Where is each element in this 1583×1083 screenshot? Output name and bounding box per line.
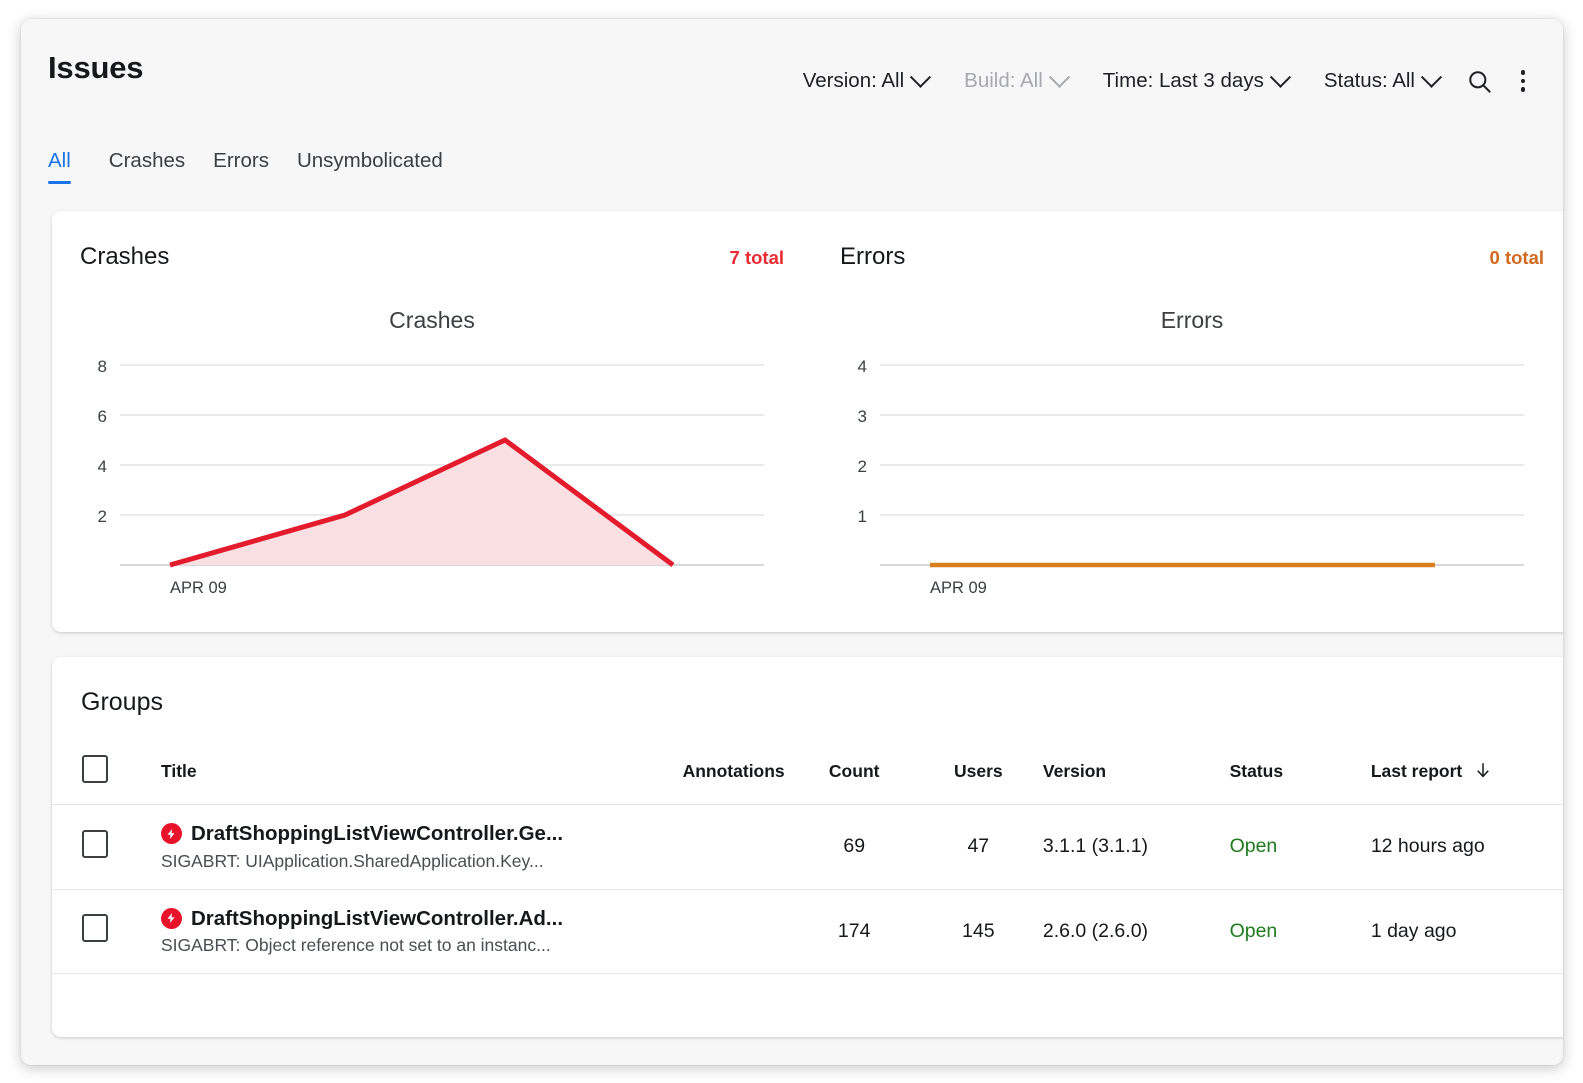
status-filter[interactable]: Status: All bbox=[1306, 63, 1457, 99]
build-filter-label: Build: All bbox=[964, 69, 1043, 92]
row-annotations bbox=[623, 889, 795, 974]
svg-text:4: 4 bbox=[858, 357, 867, 376]
tab-errors-label: Errors bbox=[213, 149, 269, 172]
row-annotations bbox=[623, 804, 795, 890]
header-controls: Version: All Build: All Time: Last 3 day… bbox=[785, 59, 1545, 103]
column-count[interactable]: Count bbox=[794, 741, 914, 805]
crashes-card-header: Crashes 7 total bbox=[80, 243, 784, 271]
crashes-chart-title: Crashes bbox=[389, 307, 475, 333]
errors-total: 0 total bbox=[1489, 247, 1544, 268]
row-title: DraftShoppingListViewController.Ad... bbox=[160, 906, 623, 932]
svg-text:APR 09: APR 09 bbox=[930, 579, 987, 597]
svg-text:2: 2 bbox=[858, 457, 867, 476]
row-select-cell bbox=[52, 889, 161, 974]
row-last-report: 12 hours ago bbox=[1370, 804, 1563, 890]
groups-card: Groups Title Annotations Count Users Ver… bbox=[52, 657, 1563, 1037]
tab-bar: All Crashes Errors Unsymbolicated bbox=[21, 139, 1563, 211]
search-icon bbox=[1468, 70, 1491, 93]
bolt-icon bbox=[167, 828, 175, 839]
page-title: Issues bbox=[48, 50, 144, 85]
overflow-menu-button[interactable] bbox=[1501, 59, 1545, 103]
table-header-row: Title Annotations Count Users Version St… bbox=[52, 741, 1563, 805]
errors-card-header: Errors 0 total bbox=[840, 243, 1544, 271]
table-row[interactable]: DraftShoppingListViewController.Ge... SI… bbox=[52, 804, 1563, 890]
svg-text:6: 6 bbox=[98, 407, 107, 426]
row-title: DraftShoppingListViewController.Ge... bbox=[160, 821, 623, 847]
row-title-text: DraftShoppingListViewController.Ge... bbox=[190, 822, 564, 845]
errors-card-name: Errors bbox=[840, 243, 906, 270]
row-users: 145 bbox=[913, 889, 1043, 974]
row-count: 174 bbox=[794, 889, 914, 974]
tab-crashes[interactable]: Crashes bbox=[95, 139, 199, 187]
chevron-down-icon bbox=[910, 66, 932, 88]
errors-chart-title: Errors bbox=[1160, 307, 1224, 333]
time-filter-label: Time: Last 3 days bbox=[1102, 69, 1264, 92]
row-title-cell[interactable]: DraftShoppingListViewController.Ad... SI… bbox=[160, 889, 624, 974]
tab-unsymbolicated-label: Unsymbolicated bbox=[296, 149, 443, 172]
tab-crashes-label: Crashes bbox=[108, 149, 186, 172]
column-last-report[interactable]: Last report bbox=[1370, 741, 1563, 805]
chevron-down-icon bbox=[1048, 66, 1070, 88]
row-subtitle: SIGABRT: Object reference not set to an … bbox=[160, 935, 551, 956]
row-checkbox[interactable] bbox=[82, 914, 108, 943]
build-filter[interactable]: Build: All bbox=[946, 63, 1085, 99]
svg-text:APR 09: APR 09 bbox=[170, 579, 227, 597]
svg-text:3: 3 bbox=[858, 407, 867, 426]
row-select-cell bbox=[52, 804, 161, 890]
column-users[interactable]: Users bbox=[913, 741, 1043, 805]
table-row[interactable]: DraftShoppingListViewController.Ad... SI… bbox=[52, 889, 1563, 974]
version-filter[interactable]: Version: All bbox=[785, 63, 946, 99]
column-version[interactable]: Version bbox=[1042, 741, 1230, 805]
chevron-down-icon bbox=[1420, 66, 1443, 88]
chevron-down-icon bbox=[1269, 66, 1291, 88]
arrow-down-icon bbox=[1477, 763, 1489, 778]
more-vertical-icon bbox=[1520, 70, 1526, 92]
column-annotations[interactable]: Annotations bbox=[623, 741, 795, 805]
groups-title: Groups bbox=[81, 688, 163, 716]
tab-unsymbolicated[interactable]: Unsymbolicated bbox=[283, 139, 457, 187]
tab-all[interactable]: All bbox=[48, 139, 85, 187]
column-last-report-label: Last report bbox=[1370, 761, 1463, 781]
row-count: 69 bbox=[794, 804, 914, 890]
errors-chart: 4 3 2 1 APR 09 bbox=[858, 357, 1524, 597]
column-status[interactable]: Status bbox=[1229, 741, 1371, 805]
select-all-cell bbox=[52, 741, 161, 805]
row-title-cell[interactable]: DraftShoppingListViewController.Ge... SI… bbox=[160, 804, 624, 890]
bolt-icon bbox=[167, 913, 175, 924]
svg-text:1: 1 bbox=[858, 507, 867, 526]
row-version: 3.1.1 (3.1.1) bbox=[1042, 804, 1230, 890]
status-filter-label: Status: All bbox=[1323, 69, 1415, 92]
crash-icon bbox=[160, 907, 182, 929]
select-all-checkbox[interactable] bbox=[82, 755, 108, 783]
time-filter[interactable]: Time: Last 3 days bbox=[1085, 63, 1306, 99]
svg-text:4: 4 bbox=[98, 457, 107, 476]
search-button[interactable] bbox=[1457, 59, 1501, 103]
tab-errors[interactable]: Errors bbox=[199, 139, 283, 187]
version-filter-label: Version: All bbox=[802, 69, 905, 92]
page-header: Issues Version: All Build: All Time: Las… bbox=[21, 19, 1563, 139]
svg-text:2: 2 bbox=[98, 507, 107, 526]
tab-all-label: All bbox=[48, 149, 71, 172]
crashes-card-name: Crashes bbox=[80, 243, 170, 270]
crash-icon bbox=[160, 823, 182, 845]
errors-chart-panel: Errors 0 total Errors 4 3 2 1 APR 09 bbox=[812, 211, 1563, 632]
charts-card: Crashes 7 total Crashes 8 6 4 2 APR 09 E… bbox=[52, 211, 1563, 632]
row-status: Open bbox=[1229, 889, 1371, 974]
page-body: Crashes 7 total Crashes 8 6 4 2 APR 09 E… bbox=[21, 211, 1563, 1037]
svg-text:8: 8 bbox=[98, 357, 107, 376]
groups-table: Title Annotations Count Users Version St… bbox=[52, 741, 1563, 974]
row-last-report: 1 day ago bbox=[1370, 889, 1563, 974]
crashes-chart-panel: Crashes 7 total Crashes 8 6 4 2 APR 09 bbox=[52, 211, 812, 632]
row-title-text: DraftShoppingListViewController.Ad... bbox=[190, 906, 564, 930]
crashes-chart: 8 6 4 2 APR 09 bbox=[98, 357, 764, 597]
row-users: 47 bbox=[913, 804, 1043, 890]
app-window: Issues Version: All Build: All Time: Las… bbox=[21, 19, 1563, 1065]
row-subtitle: SIGABRT: UIApplication.SharedApplication… bbox=[160, 850, 544, 871]
crashes-total: 7 total bbox=[729, 247, 784, 268]
row-status: Open bbox=[1229, 804, 1371, 890]
row-checkbox[interactable] bbox=[82, 829, 108, 858]
row-version: 2.6.0 (2.6.0) bbox=[1042, 889, 1230, 974]
column-title[interactable]: Title bbox=[160, 741, 624, 805]
